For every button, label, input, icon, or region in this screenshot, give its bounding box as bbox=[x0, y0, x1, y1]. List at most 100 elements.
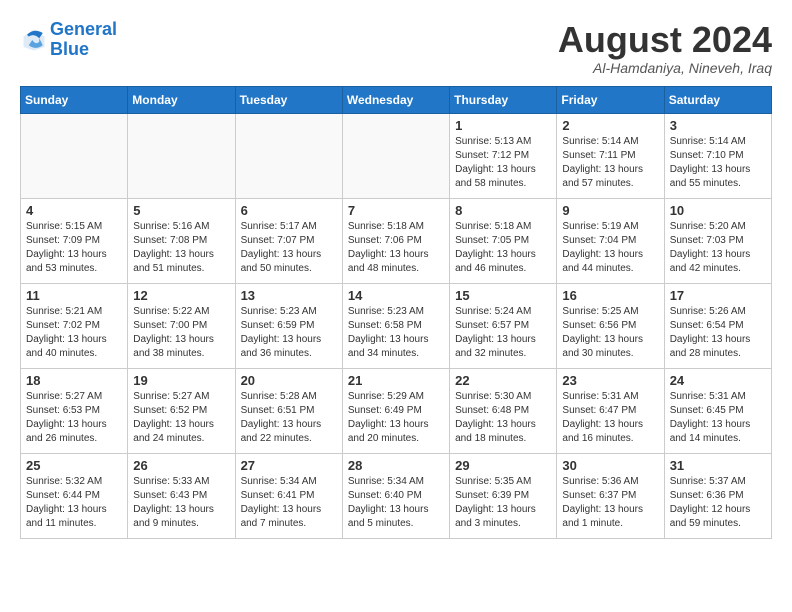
calendar-week-4: 18Sunrise: 5:27 AM Sunset: 6:53 PM Dayli… bbox=[21, 368, 772, 453]
calendar-cell-w1-d2 bbox=[128, 113, 235, 198]
day-info: Sunrise: 5:25 AM Sunset: 6:56 PM Dayligh… bbox=[562, 305, 658, 361]
calendar-cell-w1-d1 bbox=[21, 113, 128, 198]
logo-line1: General bbox=[50, 19, 117, 39]
month-year-title: August 2024 bbox=[558, 20, 772, 60]
calendar-table: Sunday Monday Tuesday Wednesday Thursday… bbox=[20, 86, 772, 539]
day-info: Sunrise: 5:19 AM Sunset: 7:04 PM Dayligh… bbox=[562, 220, 658, 276]
day-number: 17 bbox=[670, 288, 766, 303]
day-info: Sunrise: 5:14 AM Sunset: 7:11 PM Dayligh… bbox=[562, 135, 658, 191]
day-number: 4 bbox=[26, 203, 122, 218]
day-number: 2 bbox=[562, 118, 658, 133]
day-info: Sunrise: 5:32 AM Sunset: 6:44 PM Dayligh… bbox=[26, 475, 122, 531]
location-subtitle: Al-Hamdaniya, Nineveh, Iraq bbox=[558, 60, 772, 76]
calendar-week-1: 1 Sunrise: 5:13 AM Sunset: 7:12 PM Daylig… bbox=[21, 113, 772, 198]
day-number: 14 bbox=[348, 288, 444, 303]
col-sunday: Sunday bbox=[21, 86, 128, 113]
col-friday: Friday bbox=[557, 86, 664, 113]
day-info: Sunrise: 5:33 AM Sunset: 6:43 PM Dayligh… bbox=[133, 475, 229, 531]
day-number: 22 bbox=[455, 373, 551, 388]
day-number: 20 bbox=[241, 373, 337, 388]
calendar-cell-w5-d2: 26Sunrise: 5:33 AM Sunset: 6:43 PM Dayli… bbox=[128, 453, 235, 538]
day-info: Sunrise: 5:21 AM Sunset: 7:02 PM Dayligh… bbox=[26, 305, 122, 361]
day-number: 21 bbox=[348, 373, 444, 388]
calendar-cell-w3-d1: 11 Sunrise: 5:21 AM Sunset: 7:02 PM Dayli… bbox=[21, 283, 128, 368]
col-thursday: Thursday bbox=[450, 86, 557, 113]
calendar-cell-w4-d7: 24 Sunrise: 5:31 AM Sunset: 6:45 PM Dayli… bbox=[664, 368, 771, 453]
logo-text: General Blue bbox=[50, 20, 117, 60]
calendar-cell-w2-d3: 6Sunrise: 5:17 AM Sunset: 7:07 PM Daylig… bbox=[235, 198, 342, 283]
day-number: 30 bbox=[562, 458, 658, 473]
calendar-header-row: Sunday Monday Tuesday Wednesday Thursday… bbox=[21, 86, 772, 113]
day-info: Sunrise: 5:20 AM Sunset: 7:03 PM Dayligh… bbox=[670, 220, 766, 276]
day-number: 8 bbox=[455, 203, 551, 218]
calendar-cell-w4-d4: 21 Sunrise: 5:29 AM Sunset: 6:49 PM Dayli… bbox=[342, 368, 449, 453]
day-info: Sunrise: 5:13 AM Sunset: 7:12 PM Dayligh… bbox=[455, 135, 551, 191]
day-info: Sunrise: 5:23 AM Sunset: 6:59 PM Dayligh… bbox=[241, 305, 337, 361]
calendar-cell-w5-d6: 30 Sunrise: 5:36 AM Sunset: 6:37 PM Dayli… bbox=[557, 453, 664, 538]
day-info: Sunrise: 5:26 AM Sunset: 6:54 PM Dayligh… bbox=[670, 305, 766, 361]
day-info: Sunrise: 5:18 AM Sunset: 7:06 PM Dayligh… bbox=[348, 220, 444, 276]
day-info: Sunrise: 5:22 AM Sunset: 7:00 PM Dayligh… bbox=[133, 305, 229, 361]
day-info: Sunrise: 5:34 AM Sunset: 6:40 PM Dayligh… bbox=[348, 475, 444, 531]
day-number: 28 bbox=[348, 458, 444, 473]
page-header: General Blue August 2024 Al-Hamdaniya, N… bbox=[20, 20, 772, 76]
calendar-cell-w5-d4: 28 Sunrise: 5:34 AM Sunset: 6:40 PM Dayli… bbox=[342, 453, 449, 538]
calendar-cell-w1-d6: 2 Sunrise: 5:14 AM Sunset: 7:11 PM Daylig… bbox=[557, 113, 664, 198]
day-number: 15 bbox=[455, 288, 551, 303]
col-monday: Monday bbox=[128, 86, 235, 113]
title-block: August 2024 Al-Hamdaniya, Nineveh, Iraq bbox=[558, 20, 772, 76]
day-number: 19 bbox=[133, 373, 229, 388]
calendar-cell-w2-d4: 7 Sunrise: 5:18 AM Sunset: 7:06 PM Daylig… bbox=[342, 198, 449, 283]
calendar-cell-w5-d1: 25 Sunrise: 5:32 AM Sunset: 6:44 PM Dayli… bbox=[21, 453, 128, 538]
day-number: 27 bbox=[241, 458, 337, 473]
day-info: Sunrise: 5:27 AM Sunset: 6:52 PM Dayligh… bbox=[133, 390, 229, 446]
calendar-cell-w4-d2: 19 Sunrise: 5:27 AM Sunset: 6:52 PM Dayli… bbox=[128, 368, 235, 453]
day-number: 1 bbox=[455, 118, 551, 133]
day-info: Sunrise: 5:15 AM Sunset: 7:09 PM Dayligh… bbox=[26, 220, 122, 276]
day-info: Sunrise: 5:18 AM Sunset: 7:05 PM Dayligh… bbox=[455, 220, 551, 276]
day-info: Sunrise: 5:27 AM Sunset: 6:53 PM Dayligh… bbox=[26, 390, 122, 446]
calendar-week-5: 25 Sunrise: 5:32 AM Sunset: 6:44 PM Dayli… bbox=[21, 453, 772, 538]
calendar-cell-w4-d6: 23 Sunrise: 5:31 AM Sunset: 6:47 PM Dayli… bbox=[557, 368, 664, 453]
calendar-cell-w2-d6: 9 Sunrise: 5:19 AM Sunset: 7:04 PM Daylig… bbox=[557, 198, 664, 283]
day-number: 12 bbox=[133, 288, 229, 303]
calendar-cell-w3-d3: 13 Sunrise: 5:23 AM Sunset: 6:59 PM Dayli… bbox=[235, 283, 342, 368]
day-info: Sunrise: 5:30 AM Sunset: 6:48 PM Dayligh… bbox=[455, 390, 551, 446]
col-wednesday: Wednesday bbox=[342, 86, 449, 113]
day-number: 6 bbox=[241, 203, 337, 218]
day-number: 29 bbox=[455, 458, 551, 473]
day-info: Sunrise: 5:37 AM Sunset: 6:36 PM Dayligh… bbox=[670, 475, 766, 531]
calendar-cell-w1-d5: 1 Sunrise: 5:13 AM Sunset: 7:12 PM Daylig… bbox=[450, 113, 557, 198]
day-info: Sunrise: 5:35 AM Sunset: 6:39 PM Dayligh… bbox=[455, 475, 551, 531]
day-info: Sunrise: 5:14 AM Sunset: 7:10 PM Dayligh… bbox=[670, 135, 766, 191]
calendar-cell-w1-d7: 3Sunrise: 5:14 AM Sunset: 7:10 PM Daylig… bbox=[664, 113, 771, 198]
day-number: 11 bbox=[26, 288, 122, 303]
calendar-cell-w5-d3: 27 Sunrise: 5:34 AM Sunset: 6:41 PM Dayli… bbox=[235, 453, 342, 538]
calendar-cell-w5-d7: 31 Sunrise: 5:37 AM Sunset: 6:36 PM Dayli… bbox=[664, 453, 771, 538]
calendar-cell-w5-d5: 29 Sunrise: 5:35 AM Sunset: 6:39 PM Dayli… bbox=[450, 453, 557, 538]
calendar-week-2: 4 Sunrise: 5:15 AM Sunset: 7:09 PM Daylig… bbox=[21, 198, 772, 283]
logo-line2: Blue bbox=[50, 39, 89, 59]
day-info: Sunrise: 5:28 AM Sunset: 6:51 PM Dayligh… bbox=[241, 390, 337, 446]
day-number: 16 bbox=[562, 288, 658, 303]
day-info: Sunrise: 5:29 AM Sunset: 6:49 PM Dayligh… bbox=[348, 390, 444, 446]
calendar-cell-w3-d6: 16 Sunrise: 5:25 AM Sunset: 6:56 PM Dayli… bbox=[557, 283, 664, 368]
day-number: 7 bbox=[348, 203, 444, 218]
col-tuesday: Tuesday bbox=[235, 86, 342, 113]
col-saturday: Saturday bbox=[664, 86, 771, 113]
day-number: 24 bbox=[670, 373, 766, 388]
day-number: 25 bbox=[26, 458, 122, 473]
day-info: Sunrise: 5:36 AM Sunset: 6:37 PM Dayligh… bbox=[562, 475, 658, 531]
day-number: 13 bbox=[241, 288, 337, 303]
day-number: 9 bbox=[562, 203, 658, 218]
calendar-cell-w1-d4 bbox=[342, 113, 449, 198]
day-number: 31 bbox=[670, 458, 766, 473]
day-info: Sunrise: 5:31 AM Sunset: 6:47 PM Dayligh… bbox=[562, 390, 658, 446]
calendar-cell-w2-d2: 5Sunrise: 5:16 AM Sunset: 7:08 PM Daylig… bbox=[128, 198, 235, 283]
day-info: Sunrise: 5:31 AM Sunset: 6:45 PM Dayligh… bbox=[670, 390, 766, 446]
day-number: 23 bbox=[562, 373, 658, 388]
day-info: Sunrise: 5:34 AM Sunset: 6:41 PM Dayligh… bbox=[241, 475, 337, 531]
calendar-cell-w3-d5: 15Sunrise: 5:24 AM Sunset: 6:57 PM Dayli… bbox=[450, 283, 557, 368]
day-info: Sunrise: 5:23 AM Sunset: 6:58 PM Dayligh… bbox=[348, 305, 444, 361]
logo: General Blue bbox=[20, 20, 117, 60]
